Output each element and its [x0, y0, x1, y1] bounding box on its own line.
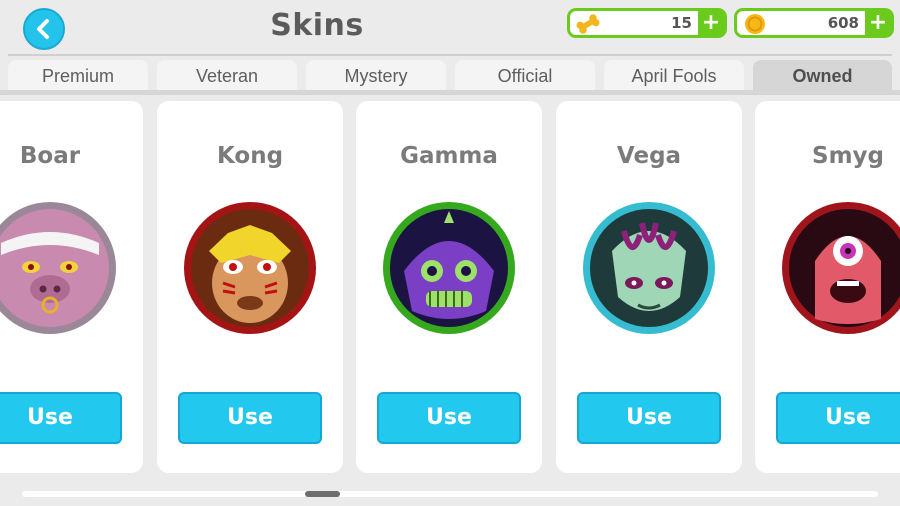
scrollbar-thumb[interactable]: [305, 491, 340, 497]
skin-name: Boar: [19, 143, 81, 169]
skin-name: Gamma: [400, 143, 498, 169]
skin-card-gamma[interactable]: Gamma Use: [356, 101, 542, 473]
chroms-counter: 15 +: [567, 8, 727, 38]
tab-mystery[interactable]: Mystery: [306, 60, 446, 92]
use-button[interactable]: Use: [577, 392, 721, 444]
use-button[interactable]: Use: [0, 392, 122, 444]
vega-avatar: [583, 202, 715, 334]
tab-april-fools[interactable]: April Fools: [604, 60, 744, 92]
coins-counter: 608 +: [734, 8, 894, 38]
buy-chroms-button[interactable]: +: [698, 11, 724, 35]
category-tabs: Premium Veteran Mystery Official April F…: [0, 60, 900, 92]
skin-name: Kong: [216, 143, 284, 169]
tab-veteran[interactable]: Veteran: [157, 60, 297, 92]
smyg-avatar: [782, 202, 900, 334]
skin-list: Boar Use Kong Use Gamma Use Vega Use Smy…: [0, 95, 900, 485]
use-button[interactable]: Use: [377, 392, 521, 444]
coins-value: 608: [827, 14, 859, 32]
skin-card-kong[interactable]: Kong Use: [157, 101, 343, 473]
skin-card-smyg[interactable]: Smyg Use: [755, 101, 900, 473]
horizontal-scrollbar[interactable]: [22, 491, 878, 497]
skin-name: Smyg: [812, 143, 884, 169]
gamma-avatar: [383, 202, 515, 334]
boar-avatar: [0, 202, 116, 334]
skin-card-vega[interactable]: Vega Use: [556, 101, 742, 473]
header-divider: [8, 54, 892, 56]
chrom-bone-icon: [576, 12, 600, 36]
skin-name: Vega: [616, 143, 682, 169]
tab-premium[interactable]: Premium: [8, 60, 148, 92]
kong-avatar: [184, 202, 316, 334]
use-button[interactable]: Use: [776, 392, 900, 444]
buy-coins-button[interactable]: +: [865, 11, 891, 35]
tab-owned[interactable]: Owned: [753, 60, 892, 92]
header: Skins 15 + 608 +: [0, 0, 900, 54]
chroms-value: 15: [671, 14, 692, 32]
coin-icon: [743, 12, 767, 36]
tab-official[interactable]: Official: [455, 60, 595, 92]
skin-card-boar[interactable]: Boar Use: [0, 101, 143, 473]
use-button[interactable]: Use: [178, 392, 322, 444]
